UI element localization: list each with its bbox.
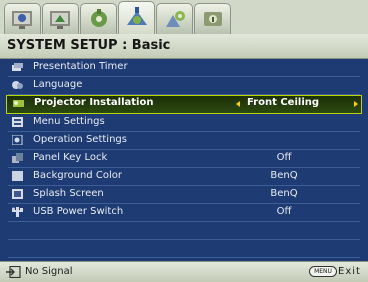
input-source-icon	[6, 266, 21, 278]
menu-key-badge[interactable]: MENU	[309, 266, 337, 277]
tab-information[interactable]	[194, 3, 231, 34]
menu-item-label: Background Color	[33, 170, 122, 181]
menu-item-value: Off	[276, 152, 292, 163]
exit-label: Exit	[338, 266, 361, 277]
projector-icon	[13, 100, 24, 107]
menu-item-label: Language	[33, 79, 83, 90]
menu-item-label: Presentation Timer	[33, 61, 128, 72]
menu-item-splash-screen[interactable]: Splash Screen BenQ	[8, 186, 360, 204]
osd-menu-window: SYSTEM SETUP : Basic Presentation Timer …	[0, 0, 368, 282]
timer-icon	[12, 63, 23, 71]
tab-bar	[0, 0, 368, 35]
tab-display-settings[interactable]	[80, 3, 117, 34]
status-bar: No Signal MENU Exit	[0, 261, 368, 282]
system-setup-advanced-icon	[166, 11, 185, 27]
menu-item-value: BenQ	[270, 188, 298, 199]
menu-settings-icon	[12, 117, 23, 127]
tab-system-setup-advanced[interactable]	[156, 3, 193, 34]
information-icon	[204, 12, 222, 26]
tab-system-setup-basic[interactable]	[118, 1, 155, 35]
menu-item-label: USB Power Switch	[33, 206, 124, 217]
operation-settings-icon	[12, 135, 23, 145]
arrow-right-icon[interactable]	[354, 101, 358, 107]
menu-list: Presentation Timer Language Projector In…	[0, 59, 368, 276]
menu-item-value: Front Ceiling	[246, 97, 320, 108]
menu-item-value: BenQ	[270, 170, 298, 181]
display-picture-icon	[12, 11, 32, 29]
page-title: SYSTEM SETUP : Basic	[7, 38, 171, 53]
menu-item-empty	[8, 222, 360, 240]
menu-item-menu-settings[interactable]: Menu Settings	[8, 114, 360, 132]
menu-item-label: Projector Installation	[34, 97, 154, 108]
menu-header: SYSTEM SETUP : Basic	[0, 34, 368, 59]
background-color-icon	[12, 171, 23, 181]
advanced-picture-icon	[50, 11, 70, 29]
menu-item-panel-key-lock[interactable]: Panel Key Lock Off	[8, 150, 360, 168]
menu-item-value: Off	[276, 206, 292, 217]
language-icon	[12, 81, 23, 89]
menu-item-operation-settings[interactable]: Operation Settings	[8, 132, 360, 150]
signal-status-text: No Signal	[25, 266, 73, 277]
system-setup-basic-icon	[127, 7, 147, 25]
tab-advanced-picture[interactable]	[42, 3, 79, 34]
menu-item-label: Operation Settings	[33, 134, 127, 145]
menu-item-projector-installation[interactable]: Projector Installation Front Ceiling	[6, 95, 362, 114]
tab-display-picture[interactable]	[4, 3, 41, 34]
menu-item-label: Panel Key Lock	[33, 152, 108, 163]
menu-item-label: Splash Screen	[33, 188, 104, 199]
splash-screen-icon	[12, 189, 23, 199]
menu-item-empty	[8, 240, 360, 258]
menu-item-label: Menu Settings	[33, 116, 105, 127]
display-settings-icon	[91, 9, 107, 27]
menu-item-usb-power-switch[interactable]: USB Power Switch Off	[8, 204, 360, 222]
menu-item-presentation-timer[interactable]: Presentation Timer	[8, 59, 360, 77]
usb-icon	[12, 207, 23, 217]
menu-item-background-color[interactable]: Background Color BenQ	[8, 168, 360, 186]
menu-item-language[interactable]: Language	[8, 77, 360, 95]
key-lock-icon	[12, 153, 23, 163]
